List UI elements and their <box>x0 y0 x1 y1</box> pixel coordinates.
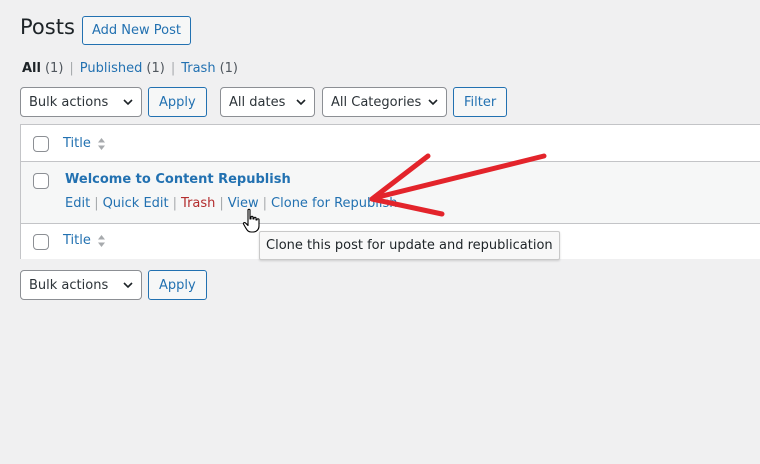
select-all-checkbox[interactable] <box>33 136 49 152</box>
dates-filter-select[interactable]: All dates <box>220 87 315 117</box>
chevron-down-icon <box>296 99 306 106</box>
categories-filter-value: All Categories <box>331 94 422 110</box>
trash-link[interactable]: Trash <box>181 196 215 211</box>
action-separator: | <box>94 196 99 211</box>
sort-icon[interactable] <box>97 137 106 151</box>
view-published-label[interactable]: Published <box>80 61 143 76</box>
column-title-label[interactable]: Title <box>63 136 91 151</box>
bulk-actions-value: Bulk actions <box>29 277 109 293</box>
column-title-label[interactable]: Title <box>63 233 91 248</box>
tooltip: Clone this post for update and republica… <box>259 231 560 260</box>
view-all[interactable]: All (1) <box>22 61 63 76</box>
chevron-down-icon <box>428 99 438 106</box>
view-trash-count: (1) <box>219 61 238 76</box>
sort-icon[interactable] <box>97 234 106 248</box>
apply-button-bottom[interactable]: Apply <box>148 270 207 300</box>
apply-button-top[interactable]: Apply <box>148 87 207 117</box>
bulk-actions-value: Bulk actions <box>29 94 109 110</box>
action-separator: | <box>262 196 268 211</box>
add-new-post-button[interactable]: Add New Post <box>82 16 191 45</box>
view-published-count: (1) <box>146 61 165 76</box>
hand-pointer-icon <box>242 208 260 233</box>
view-all-count: (1) <box>44 61 64 76</box>
select-all-checkbox-footer[interactable] <box>33 234 49 250</box>
chevron-down-icon <box>123 99 133 106</box>
column-title-header[interactable]: Title <box>63 136 106 151</box>
red-arrow-icon <box>369 153 547 217</box>
quick-edit-link[interactable]: Quick Edit <box>103 196 169 211</box>
bulk-actions-select-top[interactable]: Bulk actions <box>20 87 142 117</box>
row-actions: Edit | Quick Edit | Trash | View | Clone… <box>65 196 398 211</box>
filter-button[interactable]: Filter <box>453 87 508 117</box>
view-separator: | <box>69 61 74 76</box>
view-trash[interactable]: Trash (1) <box>181 61 238 76</box>
view-all-label[interactable]: All <box>22 61 41 76</box>
bulk-actions-select-bottom[interactable]: Bulk actions <box>20 270 142 300</box>
categories-filter-select[interactable]: All Categories <box>322 87 447 117</box>
row-checkbox[interactable] <box>33 173 49 189</box>
post-status-views: All (1) | Published (1) | Trash (1) <box>22 61 238 76</box>
action-separator: | <box>219 196 224 211</box>
chevron-down-icon <box>123 282 133 289</box>
view-published[interactable]: Published (1) <box>80 61 165 76</box>
column-title-footer[interactable]: Title <box>63 233 106 248</box>
edit-link[interactable]: Edit <box>65 196 90 211</box>
view-separator: | <box>170 61 176 76</box>
dates-filter-value: All dates <box>229 94 286 110</box>
page-title: Posts <box>20 15 75 39</box>
post-title-link[interactable]: Welcome to Content Republish <box>65 172 291 187</box>
view-trash-label[interactable]: Trash <box>181 61 215 76</box>
action-separator: | <box>172 196 178 211</box>
